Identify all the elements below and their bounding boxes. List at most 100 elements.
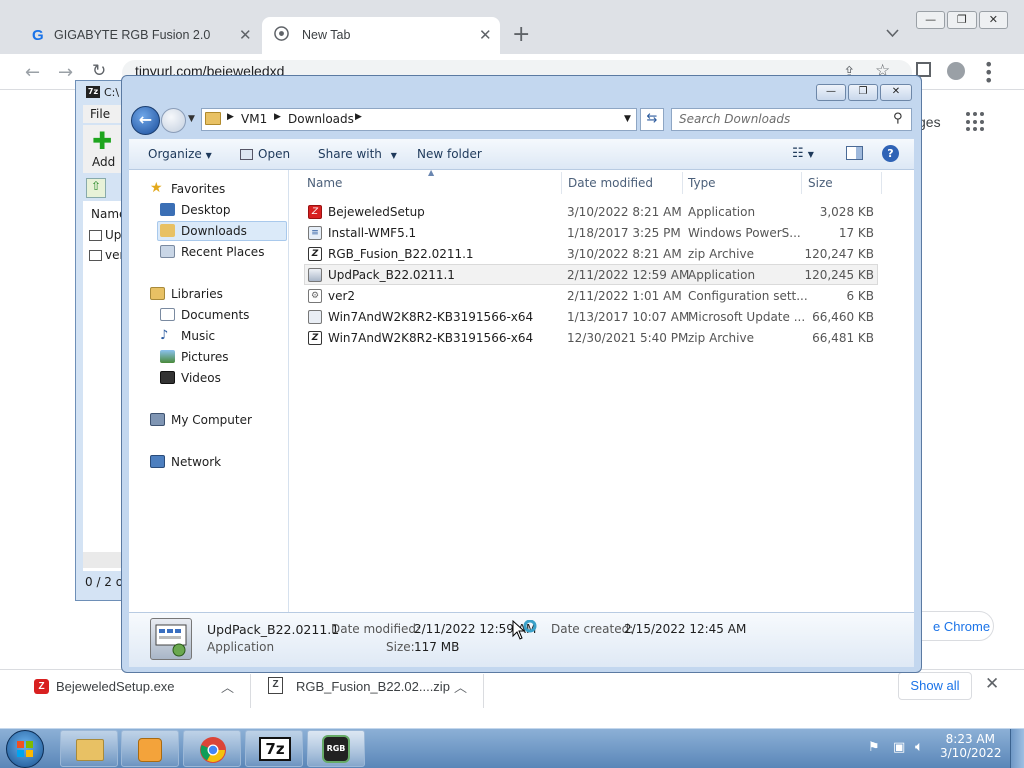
share-with-button[interactable]: Share with ▼ — [318, 147, 397, 161]
explorer-icon — [76, 739, 104, 761]
file-type: Application — [688, 205, 756, 219]
column-header-name[interactable]: Name — [307, 176, 342, 190]
file-date: 3/10/2022 8:21 AM — [567, 205, 682, 219]
profile-avatar-icon[interactable] — [947, 62, 965, 80]
address-dropdown-icon[interactable]: ▼ — [624, 114, 631, 124]
search-icon[interactable]: ⚲ — [893, 111, 903, 126]
reload-icon[interactable]: ↻ — [92, 61, 106, 81]
start-button[interactable] — [6, 730, 44, 768]
chevron-down-icon: ▼ — [807, 150, 814, 159]
forward-arrow-icon[interactable]: → — [58, 62, 73, 83]
breadcrumb-downloads[interactable]: Downloads — [288, 112, 354, 126]
preview-pane-icon[interactable] — [846, 146, 863, 160]
new-tab-button[interactable]: + — [512, 24, 530, 46]
divider — [483, 674, 484, 708]
nav-label: Libraries — [171, 287, 223, 301]
breadcrumb-arrow-icon[interactable]: ▶ — [227, 112, 234, 122]
nav-label: Favorites — [171, 182, 226, 196]
table-row[interactable]: Z RGB_Fusion_B22.0211.1 3/10/2022 8:21 A… — [304, 244, 877, 264]
powershell-script-icon: ≡ — [308, 226, 322, 240]
recent-pages-chevron-icon[interactable]: ▼ — [188, 114, 195, 124]
media-player-icon — [138, 738, 162, 762]
column-header-type[interactable]: Type — [688, 176, 716, 190]
menu-file[interactable]: File — [90, 107, 110, 121]
tray-display-icon[interactable]: ▣ — [893, 740, 905, 755]
add-button-label[interactable]: Add — [92, 155, 115, 169]
close-window-button[interactable]: ✕ — [978, 11, 1008, 29]
organize-label: Organize — [148, 147, 202, 161]
zip-icon: Z — [308, 331, 322, 345]
add-plus-icon[interactable]: ✚ — [92, 128, 112, 154]
clock-date: 3/10/2022 — [940, 746, 1002, 760]
search-input[interactable]: Search Downloads — [679, 112, 790, 126]
gigabyte-icon: G — [32, 27, 44, 44]
tray-network-warning-icon[interactable]: ⚑ — [868, 740, 880, 755]
breadcrumb-arrow-icon[interactable]: ▶ — [274, 112, 281, 122]
explorer-maximize-button[interactable]: ❐ — [848, 84, 878, 101]
refresh-icon[interactable]: ⇆ — [640, 108, 664, 131]
taskbar-media-player[interactable] — [121, 730, 179, 767]
taskbar-chrome[interactable] — [183, 730, 241, 767]
chrome-icon — [274, 26, 289, 41]
download-item-rgb-fusion[interactable]: Z RGB_Fusion_B22.02....zip ︿ — [260, 672, 478, 702]
taskbar-clock[interactable]: 8:23 AM 3/10/2022 — [940, 732, 1002, 760]
table-row[interactable]: ≡ Install-WMF5.1 1/18/2017 3:25 PM Windo… — [304, 223, 877, 243]
open-button[interactable]: Open — [240, 147, 290, 161]
tab-gigabyte[interactable]: G GIGABYTE RGB Fusion 2.0 ✕ — [14, 17, 260, 54]
close-tab-icon[interactable]: ✕ — [239, 26, 252, 44]
back-button[interactable]: ← — [131, 106, 160, 135]
open-label: Open — [258, 147, 291, 161]
chrome-window-controls: — ❐ ✕ — [916, 11, 1008, 29]
views-icon[interactable]: ☷ ▼ — [792, 146, 814, 161]
nav-label: My Computer — [171, 413, 252, 427]
breadcrumb-arrow-icon[interactable]: ▶ — [355, 112, 362, 122]
column-header-size[interactable]: Size — [808, 176, 833, 190]
table-row[interactable]: Z BejeweledSetup 3/10/2022 8:21 AM Appli… — [304, 202, 877, 222]
clock-time: 8:23 AM — [945, 732, 995, 746]
column-divider[interactable] — [881, 172, 882, 194]
taskbar-rgb-fusion[interactable]: RGB — [307, 730, 365, 767]
restore-button[interactable]: ❐ — [947, 11, 977, 29]
table-row[interactable]: Win7AndW2K8R2-KB3191566-x64 1/13/2017 10… — [304, 307, 877, 327]
up-folder-icon[interactable]: ⇧ — [86, 178, 106, 198]
installer-icon — [308, 268, 322, 282]
file-name: Install-WMF5.1 — [328, 226, 417, 240]
chevron-up-icon[interactable]: ︿ — [454, 677, 467, 696]
column-divider[interactable] — [801, 172, 802, 194]
file-date: 2/11/2022 1:01 AM — [567, 289, 682, 303]
explorer-minimize-button[interactable]: — — [816, 84, 846, 101]
column-divider[interactable] — [561, 172, 562, 194]
file-name: Win7AndW2K8R2-KB3191566-x64 — [328, 331, 534, 345]
organize-button[interactable]: Organize ▼ — [148, 147, 212, 161]
show-desktop-button[interactable] — [1010, 729, 1024, 768]
close-downloads-bar-icon[interactable]: ✕ — [985, 674, 999, 694]
forward-button[interactable] — [161, 108, 186, 133]
minimize-button[interactable]: — — [916, 11, 946, 29]
table-row[interactable]: UpdPack_B22.0211.1 2/11/2022 12:59 AM Ap… — [304, 265, 877, 285]
table-row[interactable]: ⚙ ver2 2/11/2022 1:01 AM Configuration s… — [304, 286, 877, 306]
file-date: 3/10/2022 8:21 AM — [567, 247, 682, 261]
chevron-up-icon[interactable]: ︿ — [221, 677, 234, 696]
download-item-bejeweled[interactable]: Z BejeweledSetup.exe ︿ — [26, 672, 246, 702]
list-item[interactable]: ver — [89, 248, 124, 262]
back-arrow-icon[interactable]: ← — [25, 62, 40, 83]
tab-search-chevron-icon[interactable] — [886, 29, 899, 38]
table-row[interactable]: Z Win7AndW2K8R2-KB3191566-x64 12/30/2021… — [304, 328, 877, 348]
details-date-created: 2/15/2022 12:45 AM — [624, 622, 747, 636]
taskbar-explorer[interactable] — [60, 730, 118, 767]
help-icon[interactable]: ? — [882, 145, 899, 162]
tray-volume-icon[interactable]: 🔈︎ — [915, 739, 923, 755]
details-file-name: UpdPack_B22.0211.1 — [207, 622, 340, 637]
new-folder-button[interactable]: New folder — [417, 147, 482, 161]
show-all-downloads-button[interactable]: Show all — [898, 672, 972, 700]
chrome-menu-icon[interactable]: • • • — [984, 57, 993, 89]
google-apps-icon[interactable] — [966, 112, 986, 132]
zip-icon: Z — [268, 677, 283, 694]
tab-new-tab[interactable]: New Tab ✕ — [262, 17, 500, 54]
breadcrumb-vm1[interactable]: VM1 — [241, 112, 267, 126]
column-divider[interactable] — [682, 172, 683, 194]
explorer-close-button[interactable]: ✕ — [880, 84, 912, 101]
close-tab-icon[interactable]: ✕ — [479, 26, 492, 44]
taskbar-7zip[interactable]: 7z — [245, 730, 303, 767]
column-header-date-modified[interactable]: Date modified — [568, 176, 653, 190]
